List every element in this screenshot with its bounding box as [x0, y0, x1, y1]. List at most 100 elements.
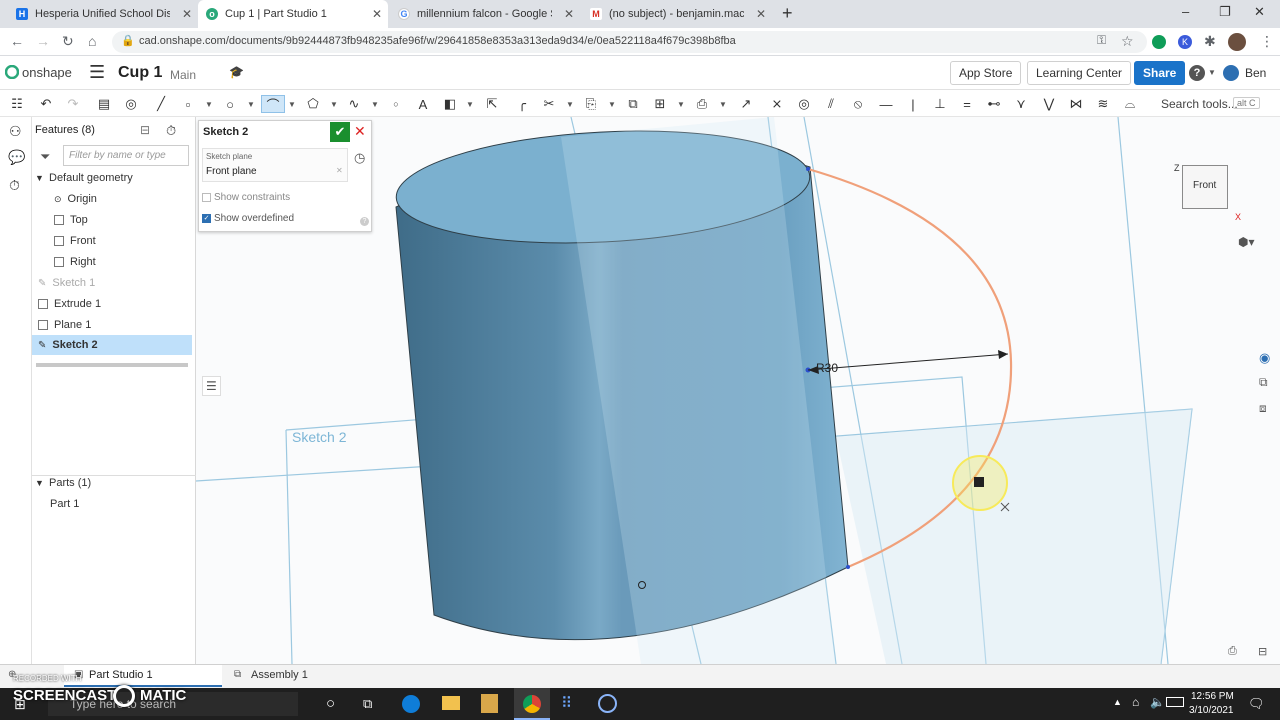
spline-tool-icon[interactable]: ∿ — [345, 95, 363, 113]
construction-icon[interactable]: ⇱ — [483, 95, 501, 113]
pattern-chevron-down-icon[interactable]: ▼ — [677, 100, 685, 109]
close-tab-icon[interactable]: ✕ — [564, 7, 574, 21]
dxf-chevron-down-icon[interactable]: ▼ — [719, 100, 727, 109]
arc-tool-icon[interactable]: ⌒ — [261, 95, 285, 113]
normal-icon[interactable]: ⋎ — [1012, 95, 1030, 113]
mass-properties-icon[interactable]: ⧉ — [1259, 375, 1268, 390]
copy-sketch-icon[interactable]: ▤ — [95, 95, 113, 113]
clock-date[interactable]: 3/10/2021 — [1189, 705, 1234, 716]
back-icon[interactable]: ← — [10, 33, 24, 49]
coincident-icon[interactable]: ⨯ — [768, 95, 786, 113]
app-store-button[interactable]: App Store — [950, 61, 1022, 85]
chrome-taskbar-button[interactable] — [514, 688, 550, 720]
paste-sketch-icon[interactable]: ◎ — [122, 95, 140, 113]
perpendicular-icon[interactable]: ⊥ — [931, 95, 949, 113]
curvature-icon[interactable]: ⌓ — [1121, 95, 1139, 113]
circle-chevron-down-icon[interactable]: ▼ — [247, 100, 255, 109]
view-toggle-icon[interactable]: ⊟ — [1258, 645, 1267, 658]
fillet-tool-icon[interactable]: ╭ — [513, 95, 531, 113]
pierce-icon[interactable]: ⋁ — [1040, 95, 1058, 113]
insert-image-icon[interactable]: ◧ — [441, 95, 459, 113]
filter-funnel-icon[interactable]: ⏷ — [40, 149, 50, 165]
screencast-icon[interactable] — [598, 694, 617, 713]
volume-icon[interactable]: 🔈 — [1150, 695, 1165, 709]
url-field[interactable]: 🔒 cad.onshape.com/documents/9b92444873fb… — [112, 31, 1147, 53]
tree-part1[interactable]: Part 1 — [32, 494, 196, 514]
help-icon[interactable]: ? — [1189, 65, 1205, 81]
tree-origin[interactable]: ⊙ Origin — [32, 189, 196, 209]
cancel-close-icon[interactable]: ✕ — [354, 123, 366, 140]
new-tab-button[interactable]: + — [782, 3, 793, 24]
history-clock-icon[interactable]: ⏱ — [9, 177, 20, 194]
arc-chevron-down-icon[interactable]: ▼ — [288, 100, 296, 109]
calculator-icon[interactable] — [481, 694, 498, 713]
browser-tab-gmail[interactable]: M (no subject) - benjamin.macmahon ✕ — [582, 0, 772, 28]
home-icon[interactable]: ⌂ — [88, 33, 96, 49]
tree-front-plane[interactable]: Front — [32, 231, 196, 251]
task-view-icon[interactable]: ⧉ — [363, 696, 372, 712]
expand-chevron-icon[interactable]: ▼ — [35, 173, 49, 183]
line-tool-icon[interactable]: ╱ — [152, 95, 170, 113]
help-icon[interactable]: ? — [360, 217, 369, 226]
clock-time[interactable]: 12:56 PM — [1191, 691, 1234, 702]
user-name[interactable]: Ben — [1245, 66, 1266, 80]
horizontal-icon[interactable]: — — [877, 95, 895, 113]
spline-chevron-down-icon[interactable]: ▼ — [371, 100, 379, 109]
browser-tab-google[interactable]: G millennium falcon - Google Search ✕ — [390, 0, 580, 28]
search-tools-input[interactable]: Search tools... — [1161, 97, 1238, 111]
rectangle-chevron-down-icon[interactable]: ▼ — [205, 100, 213, 109]
learning-cap-icon[interactable]: 🎓 — [229, 65, 244, 79]
tree-sketch1[interactable]: ✎ Sketch 1 — [32, 273, 196, 293]
sketch-settings-icon[interactable]: ◷ — [354, 150, 365, 166]
text-tool-icon[interactable]: A — [414, 95, 432, 113]
mirror-tool-icon[interactable]: ⧉ — [624, 95, 642, 113]
tree-sketch2[interactable]: ✎ Sketch 2 — [32, 335, 192, 355]
user-avatar-icon[interactable] — [1223, 65, 1239, 81]
dxf-import-icon[interactable]: ⎙ — [693, 95, 711, 113]
forward-icon[interactable]: → — [36, 33, 50, 49]
redo-icon[interactable]: ↷ — [64, 95, 82, 113]
sketch-list-icon[interactable]: ☰ — [202, 376, 221, 396]
point-tool-icon[interactable]: ○ — [387, 95, 405, 113]
tangent-icon[interactable]: ⦸ — [849, 95, 867, 113]
filter-input[interactable]: Filter by name or type — [63, 145, 189, 166]
help-chevron-down-icon[interactable]: ▼ — [1208, 68, 1216, 77]
equal-icon[interactable]: = — [958, 95, 976, 113]
polygon-tool-icon[interactable]: ⬠ — [304, 95, 322, 113]
add-feature-icon[interactable]: ⚇ — [9, 123, 22, 140]
collapse-panel-icon[interactable]: ⊟ — [140, 123, 150, 137]
view-cube[interactable]: Front — [1182, 165, 1228, 209]
feature-list-toggle-icon[interactable]: ☷ — [8, 95, 26, 113]
vertical-icon[interactable]: | — [904, 95, 922, 113]
view-cube-face-label[interactable]: Front — [1193, 180, 1216, 191]
parts-header[interactable]: ▼ Parts (1) — [32, 473, 196, 493]
edge-icon[interactable] — [402, 695, 420, 713]
reload-icon[interactable]: ↻ — [62, 33, 74, 50]
fix-icon[interactable]: ≋ — [1094, 95, 1112, 113]
print-icon[interactable]: ⎙ — [1228, 645, 1237, 658]
trim-tool-icon[interactable]: ✂ — [540, 95, 558, 113]
file-explorer-icon[interactable] — [442, 696, 460, 710]
profile-avatar[interactable] — [1228, 33, 1246, 51]
midpoint-icon[interactable]: ⊷ — [985, 95, 1003, 113]
close-tab-icon[interactable]: ✕ — [756, 7, 766, 21]
variables-icon[interactable]: ⧈ — [1259, 401, 1267, 416]
rollback-bar[interactable] — [36, 363, 188, 367]
close-tab-icon[interactable]: ✕ — [372, 7, 382, 21]
tree-top-plane[interactable]: Top — [32, 210, 196, 230]
browser-tab-cup1[interactable]: o Cup 1 | Part Studio 1 ✕ — [198, 0, 388, 28]
network-icon[interactable]: ⌂ — [1132, 695, 1139, 709]
rectangle-tool-icon[interactable]: ▫ — [179, 95, 197, 113]
clear-selection-icon[interactable]: ✕ — [336, 166, 343, 175]
undo-icon[interactable]: ↶ — [37, 95, 55, 113]
tree-extrude1[interactable]: Extrude 1 — [32, 294, 196, 314]
appearance-panel-icon[interactable]: ◉ — [1259, 350, 1270, 366]
arc-endpoint[interactable] — [806, 167, 810, 171]
sketch-plane-selector[interactable]: Sketch plane Front plane ✕ — [202, 148, 348, 182]
accept-check-icon[interactable]: ✔ — [330, 122, 350, 142]
show-constraints-checkbox[interactable] — [202, 193, 211, 202]
symmetric-icon[interactable]: ⋈ — [1067, 95, 1085, 113]
learning-center-button[interactable]: Learning Center — [1027, 61, 1132, 85]
use-chevron-down-icon[interactable]: ▼ — [608, 100, 616, 109]
minimize-icon[interactable]: – — [1182, 4, 1189, 19]
